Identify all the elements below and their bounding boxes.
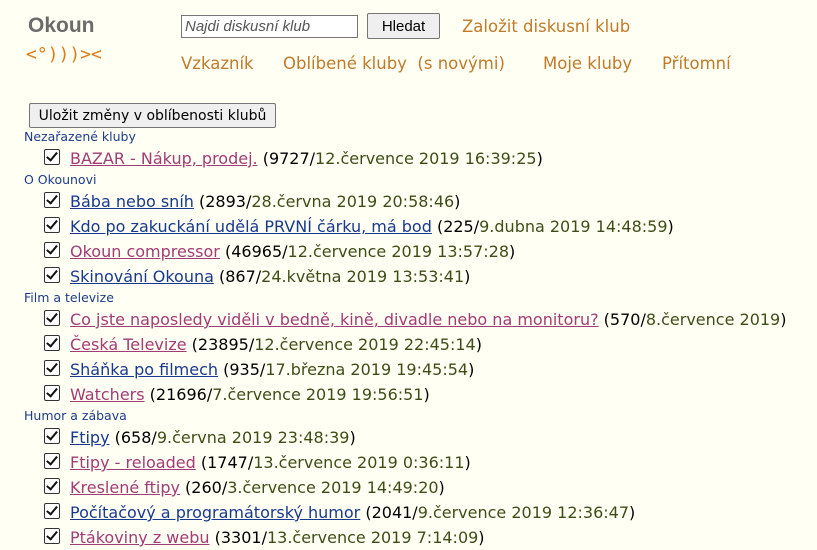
club-row: Watchers (21696/7.července 2019 19:56:51… <box>0 382 817 407</box>
club-row: BAZAR - Nákup, prodej. (9727/12.července… <box>0 146 817 171</box>
search-input[interactable] <box>181 15 358 38</box>
club-row: Kreslené ftipy (260/3.července 2019 14:4… <box>0 475 817 500</box>
club-row: Česká Televize (23895/12.července 2019 2… <box>0 332 817 357</box>
logo-text[interactable]: Okoun <box>28 14 95 38</box>
post-count: 658 <box>120 428 152 447</box>
last-post-date: 9.června 2019 23:48:39 <box>156 428 350 447</box>
last-post-date: 9.července 2019 12:36:47 <box>417 503 630 522</box>
category-heading: Nezařazené kluby <box>24 129 136 144</box>
last-post-date: 17.března 2019 19:45:54 <box>265 360 469 379</box>
post-count: 935 <box>229 360 260 379</box>
post-count: 867 <box>225 267 256 286</box>
category-heading: Humor a zábava <box>24 408 127 423</box>
last-post-date: 7.července 2019 19:56:51 <box>212 385 424 404</box>
club-link[interactable]: Počítačový a programátorský humor <box>70 503 360 522</box>
nav-vzkaznik[interactable]: Vzkazník <box>181 54 254 73</box>
club-list: Nezařazené kluby BAZAR - Nákup, prodej. (… <box>0 128 817 550</box>
post-count: 225 <box>443 217 474 236</box>
last-post-date: 13.července 2019 0:36:11 <box>253 453 465 472</box>
save-favorites-button[interactable]: Uložit změny v oblíbenosti klubů <box>29 103 276 128</box>
category-heading: O Okounovi <box>24 172 97 187</box>
last-post-date: 12.července 2019 16:39:25 <box>315 149 537 168</box>
post-count: 46965 <box>231 242 283 261</box>
club-row: Ftipy (658/9.června 2019 23:48:39) <box>0 425 817 450</box>
favorite-checkbox[interactable] <box>44 149 60 165</box>
favorite-checkbox[interactable] <box>44 242 60 258</box>
club-link[interactable]: Watchers <box>70 385 145 404</box>
club-row: Co jste naposledy viděli v bedně, kině, … <box>0 307 817 332</box>
last-post-date: 24.května 2019 13:53:41 <box>261 267 465 286</box>
club-link[interactable]: Česká Televize <box>70 335 187 354</box>
last-post-date: 12.července 2019 22:45:14 <box>254 335 476 354</box>
club-link[interactable]: BAZAR - Nákup, prodej. <box>70 149 258 168</box>
post-count: 23895 <box>197 335 249 354</box>
create-club-link[interactable]: Založit diskusní klub <box>462 17 630 36</box>
favorite-checkbox[interactable] <box>44 310 60 326</box>
last-post-date: 9.dubna 2019 14:48:59 <box>479 217 668 236</box>
post-count: 2041 <box>371 503 413 522</box>
logo-fish-icon[interactable]: <°)))>< <box>26 44 102 65</box>
club-link[interactable]: Ptákoviny z webu <box>70 528 210 547</box>
club-row: Kdo po zakuckání udělá PRVNÍ čárku, má b… <box>0 214 817 239</box>
club-link[interactable]: Kdo po zakuckání udělá PRVNÍ čárku, má b… <box>70 217 432 236</box>
club-link[interactable]: Ftipy <box>70 428 110 447</box>
last-post-date: 8.července 2019 <box>645 310 781 329</box>
header: Okoun <°)))>< Hledat Založit diskusní kl… <box>0 0 817 95</box>
post-count: 1747 <box>207 453 248 472</box>
club-row: Sháňka po filmech (935/17.března 2019 19… <box>0 357 817 382</box>
favorite-checkbox[interactable] <box>44 503 60 519</box>
last-post-date: 3.července 2019 14:49:20 <box>227 478 439 497</box>
club-row: Ftipy - reloaded (1747/13.července 2019 … <box>0 450 817 475</box>
favorite-checkbox[interactable] <box>44 453 60 469</box>
last-post-date: 12.července 2019 13:57:28 <box>287 242 510 261</box>
post-count: 3301 <box>220 528 262 547</box>
favorite-checkbox[interactable] <box>44 267 60 283</box>
last-post-date: 28.června 2019 20:58:46 <box>251 192 455 211</box>
nav-present-users[interactable]: Přítomní <box>662 54 731 73</box>
nav-my-clubs[interactable]: Moje kluby <box>543 54 632 73</box>
club-link[interactable]: Okoun compressor <box>70 242 220 261</box>
club-link[interactable]: Bába nebo sníh <box>70 192 194 211</box>
post-count: 260 <box>191 478 222 497</box>
club-link[interactable]: Ftipy - reloaded <box>70 453 196 472</box>
post-count: 570 <box>609 310 641 329</box>
favorite-checkbox[interactable] <box>44 478 60 494</box>
last-post-date: 13.července 2019 7:14:09 <box>266 528 479 547</box>
favorite-checkbox[interactable] <box>44 217 60 233</box>
club-link[interactable]: Co jste naposledy viděli v bedně, kině, … <box>70 310 599 329</box>
club-row: Počítačový a programátorský humor (2041/… <box>0 500 817 525</box>
club-row: Skinování Okouna (867/24.května 2019 13:… <box>0 264 817 289</box>
club-link[interactable]: Skinování Okouna <box>70 267 214 286</box>
favorite-checkbox[interactable] <box>44 428 60 444</box>
club-link[interactable]: Kreslené ftipy <box>70 478 180 497</box>
favorite-checkbox[interactable] <box>44 360 60 376</box>
club-row: Bába nebo sníh (2893/28.června 2019 20:5… <box>0 189 817 214</box>
post-count: 9727 <box>268 149 310 168</box>
favorite-checkbox[interactable] <box>44 192 60 208</box>
post-count: 21696 <box>155 385 207 404</box>
post-count: 2893 <box>205 192 246 211</box>
nav-favorite-clubs[interactable]: Oblíbené kluby (s novými) <box>283 54 505 73</box>
club-link[interactable]: Sháňka po filmech <box>70 360 218 379</box>
favorite-checkbox[interactable] <box>44 385 60 401</box>
club-row: Okoun compressor (46965/12.července 2019… <box>0 239 817 264</box>
club-row: Ptákoviny z webu (3301/13.července 2019 … <box>0 525 817 550</box>
favorite-checkbox[interactable] <box>44 528 60 544</box>
category-heading: Film a televize <box>24 290 114 305</box>
favorite-checkbox[interactable] <box>44 335 60 351</box>
search-button[interactable]: Hledat <box>367 13 440 39</box>
